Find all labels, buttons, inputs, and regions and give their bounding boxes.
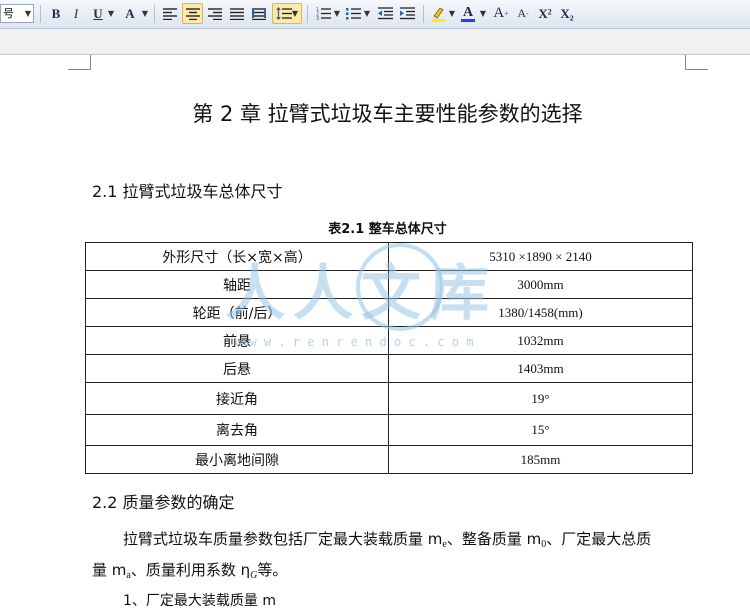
increase-indent-icon bbox=[399, 7, 415, 20]
decrease-indent-icon bbox=[377, 7, 393, 20]
toolbar-separator bbox=[154, 5, 155, 23]
text-effects-letter: A bbox=[125, 5, 135, 21]
bullet-list-button[interactable] bbox=[343, 3, 363, 24]
svg-text:3: 3 bbox=[316, 16, 319, 20]
line-spacing-icon bbox=[275, 7, 292, 20]
table-cell-label: 最小离地间隙 bbox=[85, 445, 389, 474]
table-cell-value: 5310 ×1890 × 2140 bbox=[388, 242, 693, 271]
table-cell-value: 1032mm bbox=[388, 326, 693, 355]
plus-icon: + bbox=[504, 9, 509, 18]
table-cell-label: 外形尺寸（长×宽×高） bbox=[85, 242, 389, 271]
paragraph-text: 拉臂式垃圾车质量参数包括厂定最大装载质量 m bbox=[123, 530, 443, 548]
table-cell-value: 1403mm bbox=[388, 354, 693, 383]
numbered-list-dropdown-icon[interactable]: ▼ bbox=[333, 3, 341, 24]
table-row: 后悬 1403mm bbox=[85, 354, 693, 383]
table-cell-label: 接近角 bbox=[85, 382, 389, 415]
font-color-swatch bbox=[461, 18, 475, 22]
table-cell-label: 轴距 bbox=[85, 270, 389, 299]
distributed-button[interactable] bbox=[249, 3, 269, 24]
increase-indent-button[interactable] bbox=[397, 3, 417, 24]
numbered-list-icon: 123 bbox=[316, 7, 331, 20]
line-spacing-dropdown-icon: ▼ bbox=[291, 9, 299, 18]
vehicle-dimensions-table: 外形尺寸（长×宽×高） 5310 ×1890 × 2140 轴距 3000mm 轮距… bbox=[85, 242, 693, 474]
table-row: 接近角 19° bbox=[85, 382, 693, 415]
text-effects-dropdown-icon[interactable]: ▼ bbox=[141, 3, 149, 24]
paragraph-text: 、质量利用系数 η bbox=[130, 561, 251, 579]
table-cell-value: 19° bbox=[388, 382, 693, 415]
table-row: 轴距 3000mm bbox=[85, 270, 693, 299]
table-cell-value: 1380/1458(mm) bbox=[388, 298, 693, 327]
align-right-icon bbox=[208, 7, 222, 20]
crop-mark-right bbox=[685, 55, 708, 70]
font-color-dropdown-icon[interactable]: ▼ bbox=[479, 3, 487, 24]
paragraph-text: 、整备质量 m bbox=[446, 530, 542, 548]
highlighter-icon bbox=[432, 6, 445, 22]
subscript-button[interactable]: X₂ bbox=[557, 3, 577, 24]
align-left-button[interactable] bbox=[160, 3, 180, 24]
align-center-button[interactable] bbox=[182, 3, 203, 24]
body-paragraph-line-2: 量 ma、质量利用系数 ηG等。 bbox=[92, 559, 287, 581]
align-right-button[interactable] bbox=[205, 3, 225, 24]
underline-button[interactable]: U bbox=[89, 3, 107, 24]
ruler-bar bbox=[0, 29, 750, 55]
table-cell-label: 前悬 bbox=[85, 326, 389, 355]
grow-font-button[interactable]: A + bbox=[491, 3, 511, 24]
table-cell-label: 轮距（前/后） bbox=[85, 298, 389, 327]
table-cell-label: 离去角 bbox=[85, 414, 389, 446]
table-row: 最小离地间隙 185mm bbox=[85, 445, 693, 474]
text-effects-button[interactable]: A bbox=[119, 3, 141, 24]
font-size-select[interactable]: 号 ▼ bbox=[0, 4, 34, 23]
table-cell-value: 185mm bbox=[388, 445, 693, 474]
crop-mark-left bbox=[68, 55, 91, 70]
chapter-title: 第 2 章 拉臂式垃圾车主要性能参数的选择 bbox=[192, 102, 583, 126]
italic-button[interactable]: I bbox=[67, 3, 85, 24]
underline-dropdown-icon[interactable]: ▼ bbox=[107, 3, 115, 24]
paragraph-text: 等。 bbox=[257, 561, 288, 579]
list-item: 1、厂定最大装载质量 m bbox=[123, 593, 276, 609]
distributed-icon bbox=[252, 7, 266, 20]
table-row: 轮距（前/后） 1380/1458(mm) bbox=[85, 298, 693, 327]
section-heading-2-1: 2.1 拉臂式垃圾车总体尺寸 bbox=[92, 182, 283, 201]
superscript-button[interactable]: X² bbox=[535, 3, 555, 24]
grow-font-letter: A bbox=[493, 5, 505, 21]
align-center-icon bbox=[185, 7, 200, 20]
chevron-down-icon: ▼ bbox=[24, 9, 31, 18]
toolbar-separator bbox=[40, 5, 41, 23]
toolbar-separator bbox=[423, 5, 424, 23]
highlight-button[interactable] bbox=[428, 3, 448, 24]
table-caption: 表2.1 整车总体尺寸 bbox=[328, 222, 447, 237]
numbered-list-button[interactable]: 123 bbox=[313, 3, 333, 24]
table-cell-label: 后悬 bbox=[85, 354, 389, 383]
table-row: 外形尺寸（长×宽×高） 5310 ×1890 × 2140 bbox=[85, 242, 693, 271]
highlight-dropdown-icon[interactable]: ▼ bbox=[448, 3, 456, 24]
paragraph-text: 、厂定最大总质 bbox=[546, 530, 652, 548]
table-row: 前悬 1032mm bbox=[85, 326, 693, 355]
bold-button[interactable]: B bbox=[47, 3, 65, 24]
font-size-value: 号 bbox=[3, 7, 14, 20]
toolbar-separator bbox=[307, 5, 308, 23]
minus-icon: - bbox=[526, 9, 529, 18]
font-color-letter: A bbox=[462, 4, 474, 20]
line-spacing-button[interactable]: ▼ bbox=[272, 3, 302, 24]
shrink-font-button[interactable]: A- bbox=[513, 3, 533, 24]
justify-icon bbox=[230, 7, 244, 20]
align-left-icon bbox=[163, 7, 177, 20]
body-paragraph-line-1: 拉臂式垃圾车质量参数包括厂定最大装载质量 me、整备质量 m0、厂定最大总质 bbox=[123, 528, 651, 550]
table-row: 离去角 15° bbox=[85, 414, 693, 446]
section-heading-2-2: 2.2 质量参数的确定 bbox=[92, 493, 235, 512]
bullet-list-icon bbox=[345, 8, 361, 20]
table-cell-value: 15° bbox=[388, 414, 693, 446]
table-cell-value: 3000mm bbox=[388, 270, 693, 299]
justify-button[interactable] bbox=[227, 3, 247, 24]
bullet-list-dropdown-icon[interactable]: ▼ bbox=[363, 3, 371, 24]
paragraph-text: 量 m bbox=[92, 561, 127, 579]
font-color-button[interactable]: A bbox=[458, 3, 478, 24]
formatting-toolbar: 号 ▼ B I U ▼ A ▼ ▼ 123 ▼ ▼ ▼ A ▼ A + A - … bbox=[0, 0, 750, 29]
shrink-font-letter: A bbox=[517, 6, 526, 20]
decrease-indent-button[interactable] bbox=[375, 3, 395, 24]
